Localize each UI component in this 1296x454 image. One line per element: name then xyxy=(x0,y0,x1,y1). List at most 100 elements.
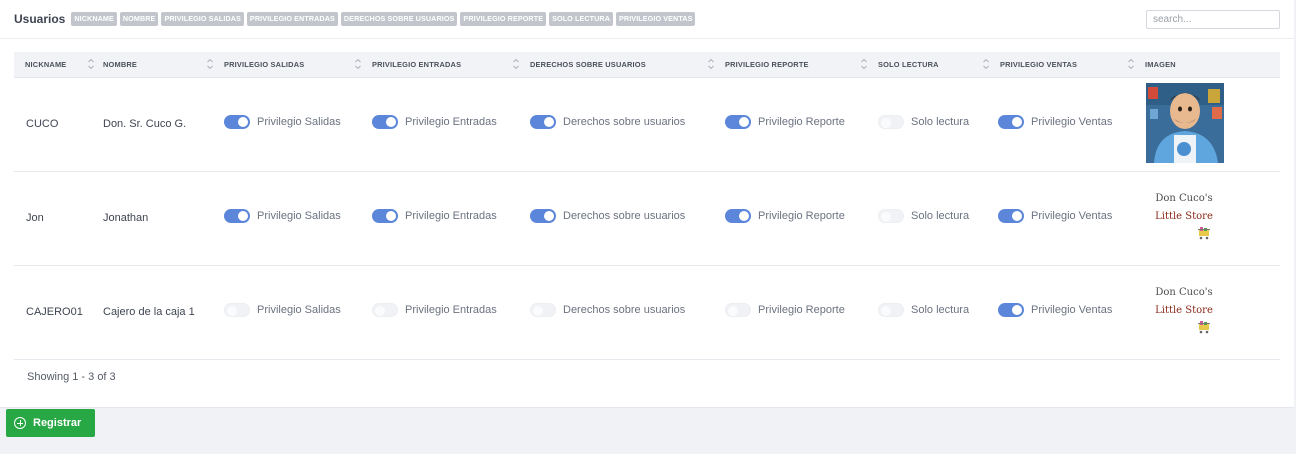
column-toggle-chip[interactable]: DERECHOS SOBRE USUARIOS xyxy=(340,12,458,26)
column-toggle-chip[interactable]: NICKNAME xyxy=(71,12,117,26)
privilegio-ventas-toggle[interactable]: Privilegio Ventas xyxy=(998,115,1112,129)
column-toggle-chip[interactable]: PRIVILEGIO VENTAS xyxy=(616,12,696,26)
privilegio-reporte-toggle[interactable]: Privilegio Reporte xyxy=(725,303,845,317)
toggle-label: Privilegio Entradas xyxy=(405,116,497,128)
toggle-switch[interactable] xyxy=(998,209,1024,223)
nombre-cell: Jonathan xyxy=(103,212,149,224)
toggle-switch[interactable] xyxy=(372,115,398,129)
nickname-cell: CUCO xyxy=(26,118,59,130)
toggle-label: Privilegio Salidas xyxy=(257,116,341,128)
toggle-switch[interactable] xyxy=(224,209,250,223)
nombre-cell: Cajero de la caja 1 xyxy=(103,306,195,318)
derechos-usuarios-toggle[interactable]: Derechos sobre usuarios xyxy=(530,115,685,129)
column-toggle-chip[interactable]: PRIVILEGIO SALIDAS xyxy=(161,12,244,26)
toggle-switch[interactable] xyxy=(725,303,751,317)
sort-icon[interactable] xyxy=(1127,57,1135,71)
sort-icon[interactable] xyxy=(512,57,520,71)
toggle-switch[interactable] xyxy=(224,115,250,129)
toggle-switch[interactable] xyxy=(372,209,398,223)
sort-icon[interactable] xyxy=(87,57,95,71)
sort-icon[interactable] xyxy=(982,57,990,71)
toggle-switch[interactable] xyxy=(878,303,904,317)
store-logo-image: Don Cuco's Little Store xyxy=(1144,284,1224,334)
toggle-label: Privilegio Reporte xyxy=(758,210,845,222)
store-logo-line2: Little Store xyxy=(1155,305,1213,316)
solo-lectura-toggle[interactable]: Solo lectura xyxy=(878,209,969,223)
privilegio-salidas-toggle[interactable]: Privilegio Salidas xyxy=(224,209,341,223)
nickname-cell: Jon xyxy=(26,212,44,224)
toggle-switch[interactable] xyxy=(530,303,556,317)
toggle-switch[interactable] xyxy=(878,115,904,129)
toggle-label: Privilegio Entradas xyxy=(405,210,497,222)
users-table-card: Usuarios NICKNAME NOMBRE PRIVILEGIO SALI… xyxy=(0,0,1294,408)
table-row: CUCO Don. Sr. Cuco G. Privilegio Salidas… xyxy=(14,78,1280,172)
toggle-label: Privilegio Entradas xyxy=(405,304,497,316)
sort-icon[interactable] xyxy=(354,57,362,71)
column-header-imagen: IMAGEN xyxy=(1145,60,1176,69)
search-input[interactable] xyxy=(1146,10,1280,29)
toggle-switch[interactable] xyxy=(725,115,751,129)
column-header-solo-lectura[interactable]: SOLO LECTURA xyxy=(878,52,939,78)
toggle-label: Privilegio Ventas xyxy=(1031,304,1113,316)
toggle-label: Privilegio Salidas xyxy=(257,210,341,222)
privilegio-reporte-toggle[interactable]: Privilegio Reporte xyxy=(725,115,845,129)
column-header-nombre[interactable]: NOMBRE xyxy=(103,52,137,78)
column-header-nickname[interactable]: NICKNAME xyxy=(25,52,66,78)
derechos-usuarios-toggle[interactable]: Derechos sobre usuarios xyxy=(530,209,685,223)
toggle-switch[interactable] xyxy=(530,115,556,129)
privilegio-salidas-toggle[interactable]: Privilegio Salidas xyxy=(224,303,341,317)
sort-icon[interactable] xyxy=(860,57,868,71)
privilegio-reporte-toggle[interactable]: Privilegio Reporte xyxy=(725,209,845,223)
user-avatar-photo xyxy=(1146,83,1224,163)
toggle-switch[interactable] xyxy=(372,303,398,317)
column-header-privilegio-salidas[interactable]: PRIVILEGIO SALIDAS xyxy=(224,52,304,78)
toggle-switch[interactable] xyxy=(878,209,904,223)
column-toggle-chip[interactable]: PRIVILEGIO REPORTE xyxy=(460,12,547,26)
shopping-cart-icon xyxy=(1198,227,1210,240)
solo-lectura-toggle[interactable]: Solo lectura xyxy=(878,303,969,317)
register-button[interactable]: Registrar xyxy=(6,409,95,437)
toggle-label: Derechos sobre usuarios xyxy=(563,116,686,128)
column-toggle-chip[interactable]: SOLO LECTURA xyxy=(549,12,614,26)
toggle-switch[interactable] xyxy=(998,115,1024,129)
store-logo-line1: Don Cuco's xyxy=(1155,193,1213,204)
store-logo-line2: Little Store xyxy=(1155,211,1213,222)
privilegio-entradas-toggle[interactable]: Privilegio Entradas xyxy=(372,209,497,223)
column-header-derechos-usuarios[interactable]: DERECHOS SOBRE USUARIOS xyxy=(530,52,646,78)
toggle-label: Solo lectura xyxy=(911,210,970,222)
column-toggle-chip[interactable]: NOMBRE xyxy=(119,12,159,26)
privilegio-salidas-toggle[interactable]: Privilegio Salidas xyxy=(224,115,341,129)
derechos-usuarios-toggle[interactable]: Derechos sobre usuarios xyxy=(530,303,685,317)
column-toggle-chip[interactable]: PRIVILEGIO ENTRADAS xyxy=(246,12,338,26)
table-header: NICKNAME NOMBRE PRIVILEGIO SALIDAS PRIVI… xyxy=(14,52,1280,78)
toggle-label: Privilegio Reporte xyxy=(758,304,845,316)
pagination-summary: Showing 1 - 3 of 3 xyxy=(27,371,116,383)
toggle-label: Privilegio Reporte xyxy=(758,116,845,128)
column-header-privilegio-ventas[interactable]: PRIVILEGIO VENTAS xyxy=(1000,52,1077,78)
privilegio-entradas-toggle[interactable]: Privilegio Entradas xyxy=(372,115,497,129)
sort-icon[interactable] xyxy=(707,57,715,71)
table-row: Jon Jonathan Privilegio Salidas Privileg… xyxy=(14,172,1280,266)
plus-circle-icon xyxy=(14,417,26,429)
toggle-label: Solo lectura xyxy=(911,116,970,128)
toggle-switch[interactable] xyxy=(530,209,556,223)
table-row: CAJERO01 Cajero de la caja 1 Privilegio … xyxy=(14,266,1280,360)
table-toolbar: Usuarios NICKNAME NOMBRE PRIVILEGIO SALI… xyxy=(14,10,698,28)
toggle-label: Derechos sobre usuarios xyxy=(563,210,686,222)
solo-lectura-toggle[interactable]: Solo lectura xyxy=(878,115,969,129)
privilegio-ventas-toggle[interactable]: Privilegio Ventas xyxy=(998,303,1112,317)
toggle-label: Privilegio Salidas xyxy=(257,304,341,316)
divider xyxy=(0,38,1294,39)
toggle-switch[interactable] xyxy=(224,303,250,317)
toggle-label: Privilegio Ventas xyxy=(1031,116,1113,128)
toggle-switch[interactable] xyxy=(998,303,1024,317)
toggle-switch[interactable] xyxy=(725,209,751,223)
column-header-privilegio-reporte[interactable]: PRIVILEGIO REPORTE xyxy=(725,52,809,78)
sort-icon[interactable] xyxy=(206,57,214,71)
privilegio-entradas-toggle[interactable]: Privilegio Entradas xyxy=(372,303,497,317)
toggle-label: Derechos sobre usuarios xyxy=(563,304,686,316)
register-button-label: Registrar xyxy=(33,417,82,429)
privilegio-ventas-toggle[interactable]: Privilegio Ventas xyxy=(998,209,1112,223)
column-header-privilegio-entradas[interactable]: PRIVILEGIO ENTRADAS xyxy=(372,52,461,78)
nombre-cell: Don. Sr. Cuco G. xyxy=(103,118,187,130)
